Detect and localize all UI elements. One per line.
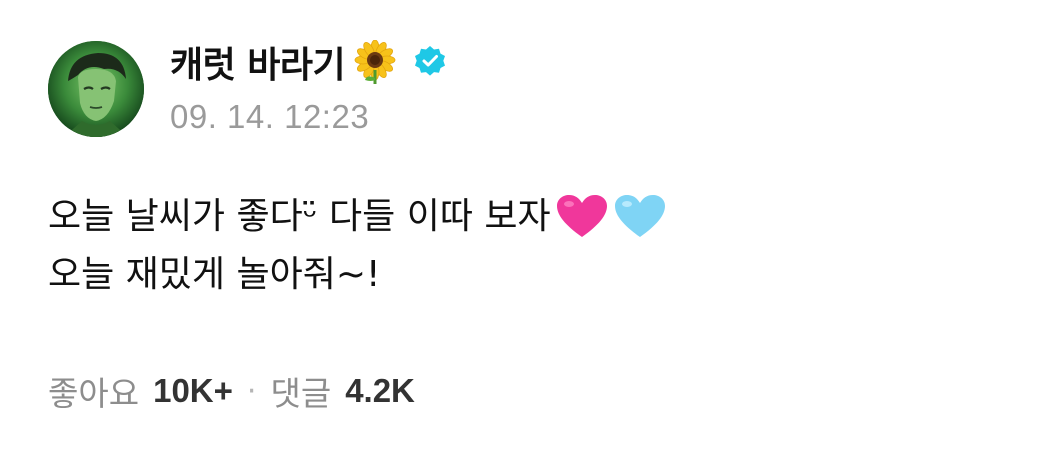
verified-badge-icon: [415, 46, 446, 76]
post-timestamp: 09. 14. 12:23: [170, 98, 370, 135]
author-name[interactable]: 캐럿 바라기: [170, 36, 346, 88]
post-stats: 좋아요 10K+ · 댓글 4.2K: [48, 366, 415, 416]
author-avatar[interactable]: [48, 41, 144, 137]
avatar-image: [48, 41, 144, 137]
post-body: 오늘 날씨가 좋다ᵕ̈ 다들 이따 보자 오늘 재밌게 놀아줘~!: [48, 188, 667, 304]
light-blue-heart-icon: [614, 195, 665, 237]
stats-separator: ·: [246, 373, 257, 409]
body-line-2: 오늘 재밌게 놀아줘~!: [48, 246, 667, 304]
likes-count[interactable]: 10K+: [153, 372, 233, 410]
post-card: 캐럿 바라기 09. 14. 12:23 오늘 날씨가 좋다ᵕ̈ 다들 이따 보…: [0, 0, 1046, 474]
body-line-1-text: 오늘 날씨가 좋다ᵕ̈ 다들 이따 보자: [48, 196, 551, 237]
body-line-1: 오늘 날씨가 좋다ᵕ̈ 다들 이따 보자: [48, 188, 667, 246]
sunflower-icon: [354, 40, 396, 84]
comments-count[interactable]: 4.2K: [345, 372, 415, 410]
author-row: 캐럿 바라기: [170, 38, 447, 86]
body-line-2-text: 오늘 재밌게 놀아줘~!: [48, 254, 381, 295]
comments-label[interactable]: 댓글: [270, 367, 331, 415]
likes-label[interactable]: 좋아요: [48, 367, 139, 415]
pink-heart-icon: [556, 195, 607, 237]
